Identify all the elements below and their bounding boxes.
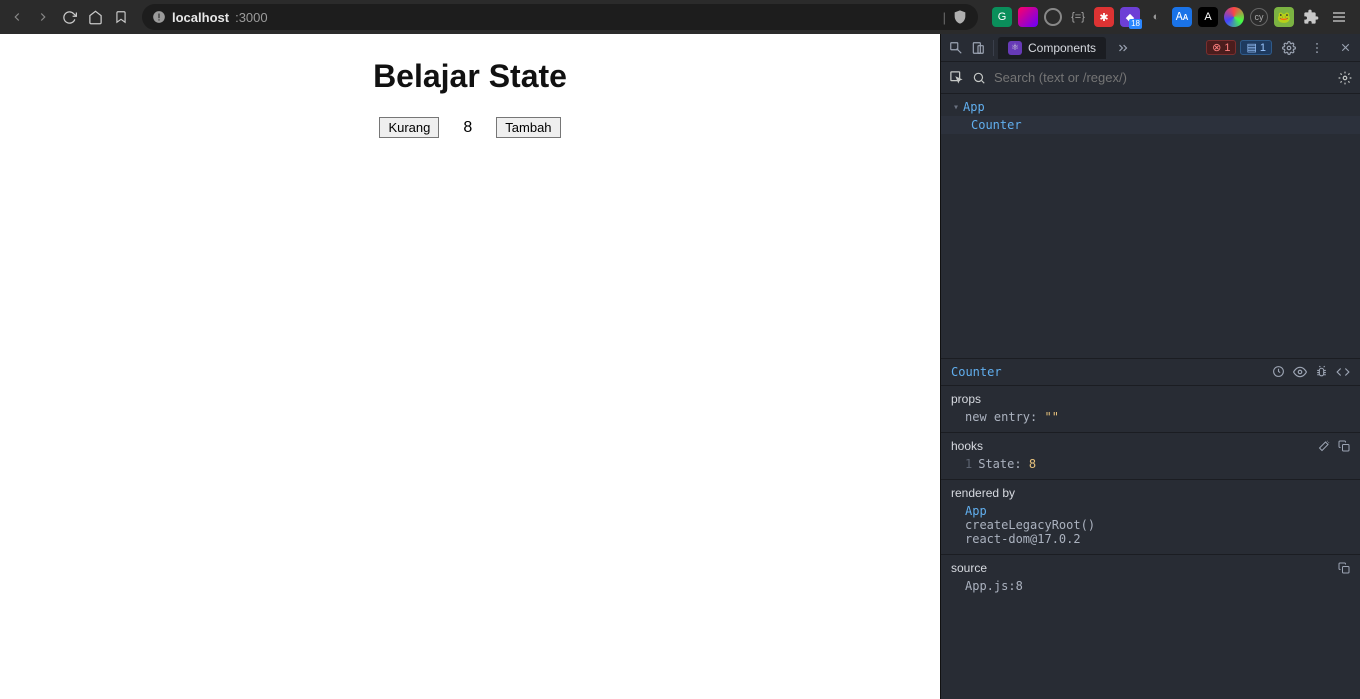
- search-input[interactable]: [994, 70, 1330, 85]
- component-tree: ▾ App Counter: [941, 94, 1360, 358]
- extensions-row: G {=} ✱ ◆18 ◐ 🗛 A cy 🐸: [988, 6, 1354, 28]
- inspector-header: Counter: [941, 359, 1360, 386]
- props-key: new entry: [965, 410, 1030, 424]
- ext-a-icon[interactable]: A: [1198, 7, 1218, 27]
- ext-code-icon[interactable]: {=}: [1068, 7, 1088, 27]
- inspect-element-icon[interactable]: [945, 37, 967, 59]
- browser-top-bar: localhost :3000 | G {=} ✱ ◆18 ◐ 🗛 A cy 🐸: [0, 0, 1360, 34]
- tabbar-right-icons: [1278, 37, 1356, 59]
- brave-shields-icon[interactable]: [952, 9, 968, 25]
- tree-node-label: Counter: [971, 118, 1022, 132]
- inspect-eye-icon[interactable]: [1293, 365, 1307, 379]
- rendered-by-section: rendered by App createLegacyRoot() react…: [941, 480, 1360, 555]
- reload-icon[interactable]: [58, 6, 80, 28]
- ext-grammarly-icon[interactable]: G: [992, 7, 1012, 27]
- rendered-by-item[interactable]: App: [951, 504, 1350, 518]
- web-page: Belajar State Kurang 8 Tambah: [0, 34, 940, 699]
- ext-purple-icon[interactable]: ◆18: [1120, 7, 1140, 27]
- url-divider: |: [943, 10, 946, 25]
- ext-translate-icon[interactable]: 🗛: [1172, 7, 1192, 27]
- section-title: props: [951, 392, 981, 406]
- suspense-clock-icon[interactable]: [1272, 365, 1285, 379]
- section-title: hooks: [951, 439, 983, 453]
- bug-icon[interactable]: [1315, 365, 1328, 379]
- section-title: rendered by: [951, 486, 1015, 500]
- home-icon[interactable]: [84, 6, 106, 28]
- devtools-panel: ⚛ Components ⊗ 1 ▤ 1: [940, 34, 1360, 699]
- section-title: source: [951, 561, 987, 575]
- ext-gradient-icon[interactable]: [1018, 7, 1038, 27]
- props-section: props new entry: "": [941, 386, 1360, 433]
- ext-badge: 18: [1129, 19, 1142, 29]
- view-source-icon[interactable]: [1336, 365, 1350, 379]
- hooks-row[interactable]: 1State: 8: [951, 457, 1350, 471]
- tab-components[interactable]: ⚛ Components: [998, 37, 1106, 59]
- increment-button[interactable]: Tambah: [496, 117, 560, 138]
- counter-value: 8: [463, 119, 472, 137]
- tree-node-app[interactable]: ▾ App: [941, 98, 1360, 116]
- ext-circle-icon[interactable]: [1044, 8, 1062, 26]
- workspace: Belajar State Kurang 8 Tambah ⚛ Componen…: [0, 34, 1360, 699]
- devtools-settings-icon[interactable]: [1278, 37, 1300, 59]
- rendered-by-item[interactable]: react-dom@17.0.2: [951, 532, 1350, 546]
- page-title: Belajar State: [373, 58, 567, 95]
- nav-back-icon[interactable]: [6, 6, 28, 28]
- source-row[interactable]: App.js:8: [951, 579, 1350, 593]
- message-count: 1: [1260, 42, 1266, 54]
- caret-down-icon: ▾: [953, 102, 959, 113]
- devtools-search-bar: [941, 62, 1360, 94]
- selected-component-name: Counter: [951, 365, 1002, 379]
- bookmark-icon[interactable]: [110, 6, 132, 28]
- device-toggle-icon[interactable]: [967, 37, 989, 59]
- error-count: 1: [1224, 42, 1230, 54]
- devtools-more-icon[interactable]: [1306, 37, 1328, 59]
- magic-wand-icon[interactable]: [1318, 440, 1330, 452]
- ext-moon-icon[interactable]: ◐: [1146, 7, 1166, 27]
- counter-row: Kurang 8 Tambah: [379, 117, 560, 138]
- message-badge[interactable]: ▤ 1: [1240, 40, 1272, 55]
- tabs-overflow-icon[interactable]: [1112, 37, 1134, 59]
- tabbar-separator: [993, 40, 994, 56]
- url-host: localhost: [172, 10, 229, 25]
- browser-menu-icon[interactable]: [1328, 6, 1350, 28]
- react-atom-icon: ⚛: [1008, 41, 1022, 55]
- search-icon: [972, 71, 986, 85]
- component-inspector: Counter props: [941, 359, 1360, 601]
- error-badge[interactable]: ⊗ 1: [1206, 40, 1236, 55]
- hook-value: 8: [1029, 457, 1036, 471]
- devtools-tabbar: ⚛ Components ⊗ 1 ▤ 1: [941, 34, 1360, 62]
- select-element-icon[interactable]: [949, 70, 964, 85]
- props-row[interactable]: new entry: "": [951, 410, 1350, 424]
- error-x-icon: ⊗: [1212, 41, 1221, 54]
- decrement-button[interactable]: Kurang: [379, 117, 439, 138]
- copy-icon[interactable]: [1338, 440, 1350, 452]
- rendered-by-item[interactable]: createLegacyRoot(): [951, 518, 1350, 532]
- tab-label: Components: [1028, 41, 1096, 55]
- url-port: :3000: [235, 10, 268, 25]
- hook-index: 1: [965, 457, 972, 471]
- props-value: "": [1044, 410, 1058, 424]
- ext-colorwheel-icon[interactable]: [1224, 7, 1244, 27]
- url-bar[interactable]: localhost :3000 |: [142, 4, 978, 30]
- ext-cy-icon[interactable]: cy: [1250, 8, 1268, 26]
- nav-forward-icon[interactable]: [32, 6, 54, 28]
- message-icon: ▤: [1246, 41, 1256, 54]
- tree-node-label: App: [963, 100, 985, 114]
- panel-settings-icon[interactable]: [1338, 71, 1352, 85]
- hook-label: State: [978, 457, 1014, 471]
- hooks-section: hooks 1State: 8: [941, 433, 1360, 480]
- ext-frog-icon[interactable]: 🐸: [1274, 7, 1294, 27]
- devtools-close-icon[interactable]: [1334, 37, 1356, 59]
- source-section: source App.js:8: [941, 555, 1360, 601]
- extensions-puzzle-icon[interactable]: [1300, 6, 1322, 28]
- tree-node-counter[interactable]: Counter: [941, 116, 1360, 134]
- not-secure-icon: [152, 10, 166, 24]
- ext-red-icon[interactable]: ✱: [1094, 7, 1114, 27]
- copy-icon[interactable]: [1338, 562, 1350, 574]
